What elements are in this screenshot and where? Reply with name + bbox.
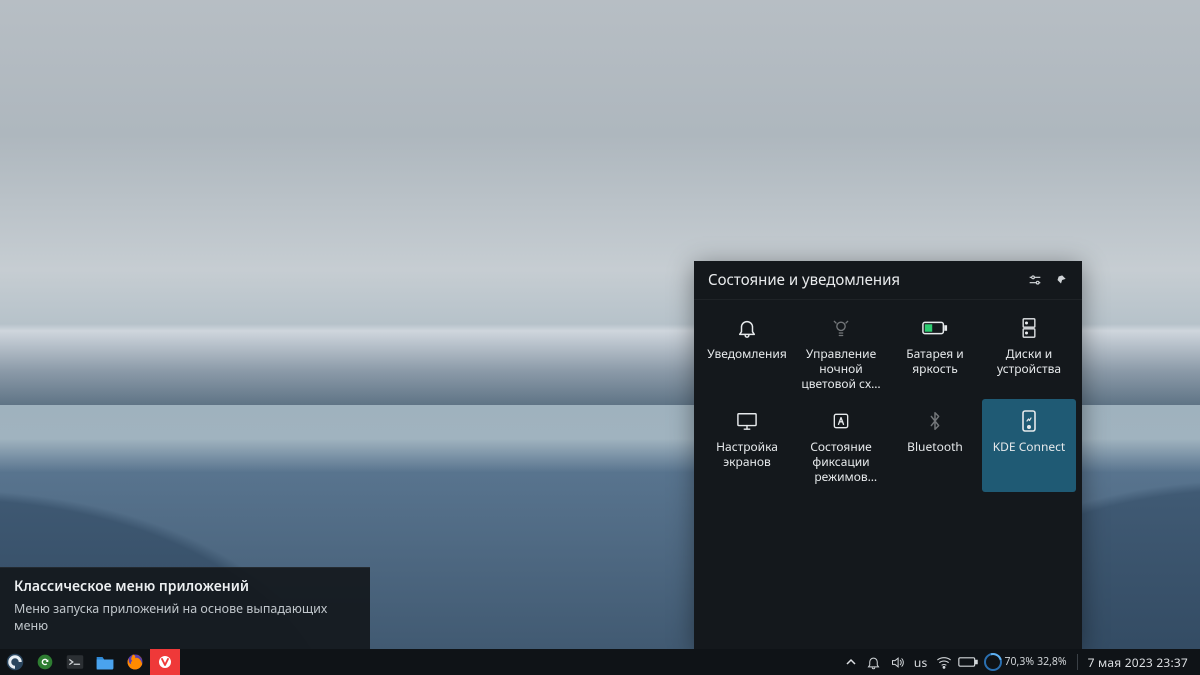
firefox-icon (126, 653, 144, 671)
folder-icon (95, 654, 115, 670)
systray-title: Состояние и уведомления (708, 270, 1020, 290)
sliders-icon (1027, 272, 1043, 288)
systray-grid: Уведомления Управление ночной цветовой сх… (694, 300, 1082, 498)
wifi-icon (936, 655, 952, 669)
chevron-up-icon (846, 657, 856, 667)
systray-item-display[interactable]: Настройка экранов (700, 399, 794, 492)
systray-item-label: Состояние фиксации режимов кла… (798, 439, 884, 484)
taskbar-launchers (0, 649, 180, 675)
systray-item-label: KDE Connect (993, 439, 1066, 454)
volume-icon (890, 655, 905, 670)
taskbar: us 70,3% 32,8% 7 мая 2023 23:37 (0, 649, 1200, 675)
tray-battery-button[interactable] (956, 649, 980, 675)
terminal-icon (66, 654, 84, 670)
systray-item-drive[interactable]: Диски и устройства (982, 306, 1076, 399)
taskbar-tray: us 70,3% 32,8% 7 мая 2023 23:37 (840, 649, 1200, 675)
systray-item-bluetooth[interactable]: Bluetooth (888, 399, 982, 492)
systray-panel: Состояние и уведомления Уведомления Управ… (694, 261, 1082, 649)
vivaldi-icon (156, 653, 174, 671)
tray-system-monitor[interactable]: 70,3% 32,8% (980, 649, 1071, 675)
kde-icon (6, 653, 24, 671)
refresh-icon (37, 654, 53, 670)
tray-network-button[interactable] (932, 649, 956, 675)
phone-icon (1015, 409, 1043, 433)
tooltip-body: Меню запуска приложений на основе выпада… (14, 601, 356, 635)
taskbar-launcher-updater[interactable] (30, 649, 60, 675)
drive-icon (1015, 316, 1043, 340)
battery-icon (958, 656, 978, 668)
systray-header: Состояние и уведомления (694, 261, 1082, 300)
systray-item-battery[interactable]: Батарея и яркость (888, 306, 982, 399)
launcher-tooltip: Классическое меню приложений Меню запуск… (0, 567, 370, 649)
systray-item-label: Диски и устройства (986, 346, 1072, 376)
keylock-icon (827, 409, 855, 433)
systray-item-bell[interactable]: Уведомления (700, 306, 794, 399)
taskbar-launcher-firefox[interactable] (120, 649, 150, 675)
taskbar-spacer (180, 649, 840, 675)
taskbar-launcher-vivaldi[interactable] (150, 649, 180, 675)
systray-item-label: Батарея и яркость (892, 346, 978, 376)
tray-keyboard-layout[interactable]: us (910, 654, 932, 671)
taskbar-launcher-terminal[interactable] (60, 649, 90, 675)
systray-item-bulb[interactable]: Управление ночной цветовой сх… (794, 306, 888, 399)
systray-configure-button[interactable] (1024, 269, 1046, 291)
systray-item-phone[interactable]: KDE Connect (982, 399, 1076, 492)
systray-pin-button[interactable] (1050, 269, 1072, 291)
bluetooth-icon (921, 409, 949, 433)
taskbar-separator (1077, 654, 1078, 670)
systray-item-label: Управление ночной цветовой сх… (798, 346, 884, 391)
taskbar-launcher-app-launcher[interactable] (0, 649, 30, 675)
display-icon (733, 409, 761, 433)
tooltip-title: Классическое меню приложений (14, 578, 356, 597)
bulb-icon (827, 316, 855, 340)
tray-volume-button[interactable] (886, 649, 910, 675)
tray-expand-button[interactable] (840, 657, 862, 667)
systray-item-label: Настройка экранов (704, 439, 790, 469)
cpu-percent-label: 70,3% (1005, 655, 1035, 669)
systray-item-keylock[interactable]: Состояние фиксации режимов кла… (794, 399, 888, 492)
bell-icon (733, 316, 761, 340)
taskbar-launcher-file-manager[interactable] (90, 649, 120, 675)
mem-percent-label: 32,8% (1037, 655, 1067, 669)
tray-clock[interactable]: 7 мая 2023 23:37 (1084, 654, 1196, 671)
battery-icon (921, 316, 949, 340)
systray-item-label: Bluetooth (907, 439, 963, 454)
pin-icon (1054, 273, 1068, 287)
tray-notifications-button[interactable] (862, 649, 886, 675)
cpu-gauge-icon (984, 653, 1002, 671)
bell-outline-icon (866, 655, 881, 670)
systray-item-label: Уведомления (707, 346, 787, 361)
